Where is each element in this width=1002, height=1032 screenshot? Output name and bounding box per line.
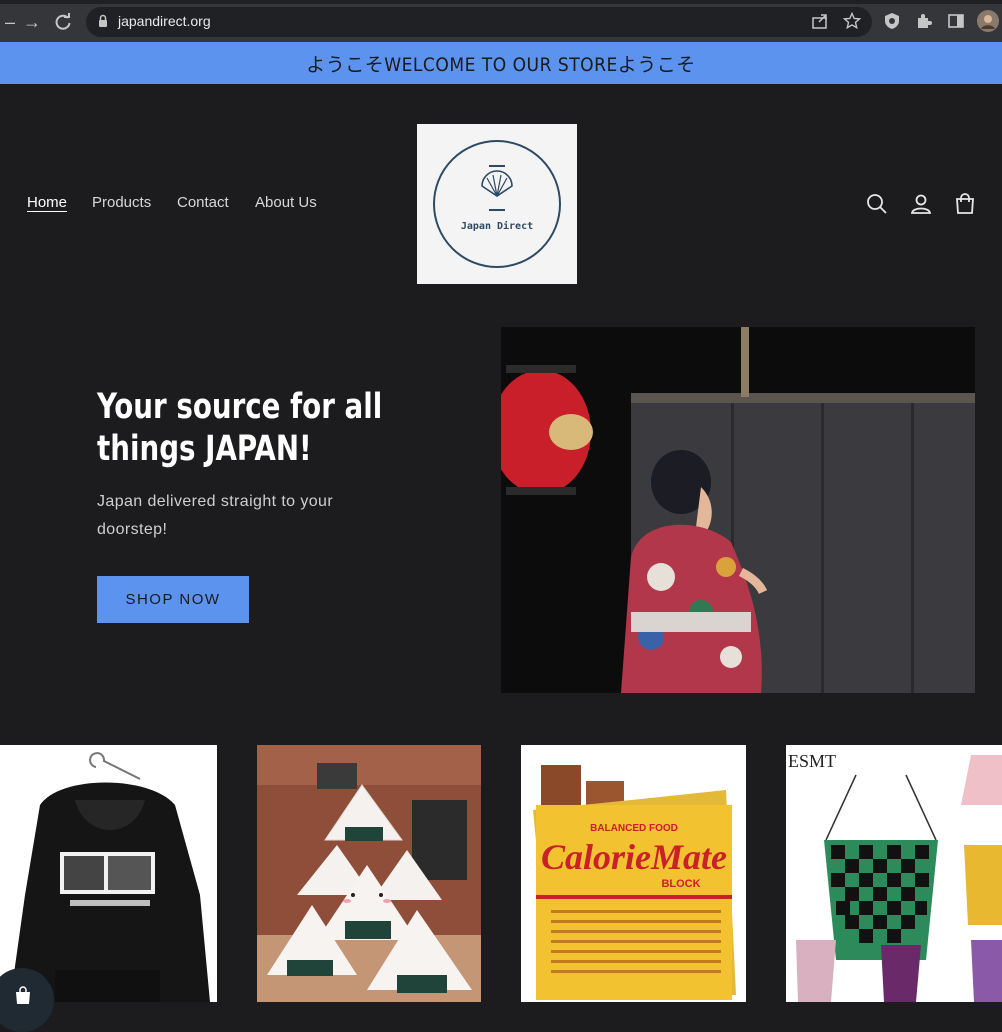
- caloriemate-block-label: BLOCK: [661, 878, 700, 890]
- announcement-text: ようこそWELCOME TO OUR STOREようこそ: [306, 53, 696, 76]
- forward-icon[interactable]: →: [22, 12, 42, 32]
- tab-strip-edge: [0, 0, 1002, 4]
- profile-avatar-icon[interactable]: [977, 10, 999, 32]
- caloriemate-brand: CalorieMate: [541, 837, 727, 877]
- account-icon[interactable]: [909, 192, 933, 216]
- lock-icon: [99, 14, 107, 27]
- hero-subtitle: Japan delivered straight to your doorste…: [97, 493, 334, 538]
- hero-title: Your source for all things JAPAN!: [97, 387, 383, 469]
- search-icon[interactable]: [865, 192, 889, 216]
- back-icon[interactable]: –: [0, 12, 20, 32]
- site-header: Home Products Contact About Us Japan Dir…: [0, 84, 1002, 324]
- cart-icon[interactable]: [953, 192, 977, 216]
- announcement-bar: ようこそWELCOME TO OUR STOREようこそ: [0, 42, 1002, 84]
- bookmark-star-icon[interactable]: [843, 12, 861, 30]
- url-text[interactable]: japandirect.org: [118, 13, 211, 29]
- nav-products[interactable]: Products: [92, 194, 151, 211]
- share-icon[interactable]: [811, 12, 829, 30]
- reload-icon[interactable]: [53, 12, 73, 32]
- nav-about-us[interactable]: About Us: [255, 194, 317, 211]
- caloriemate-top-label: BALANCED FOOD: [590, 823, 678, 834]
- folding-fan-icon: [481, 165, 513, 211]
- site-logo[interactable]: Japan Direct: [417, 124, 577, 284]
- shield-extension-icon[interactable]: [883, 12, 901, 30]
- side-panel-icon[interactable]: [947, 12, 965, 30]
- product-caloriemate-image[interactable]: BALANCED FOOD CalorieMate BLOCK: [521, 745, 746, 1002]
- extensions-puzzle-icon[interactable]: [915, 12, 933, 30]
- shopping-bag-icon: [16, 986, 30, 1004]
- shop-now-button[interactable]: SHOP NOW: [97, 576, 249, 623]
- logo-text: Japan Direct: [460, 221, 534, 232]
- browser-toolbar: – → japandirect.org: [0, 0, 1002, 42]
- nav-home[interactable]: Home: [27, 194, 67, 211]
- product-onigiri-plush-image[interactable]: [257, 745, 481, 1002]
- product-drawstring-bag-image[interactable]: ESMT: [786, 745, 1002, 1002]
- nav-contact[interactable]: Contact: [177, 194, 229, 211]
- product-hoodie-image[interactable]: [0, 745, 217, 1002]
- hero-image-kimono-woman: [501, 327, 975, 693]
- bag-brand-text: ESMT: [788, 751, 836, 771]
